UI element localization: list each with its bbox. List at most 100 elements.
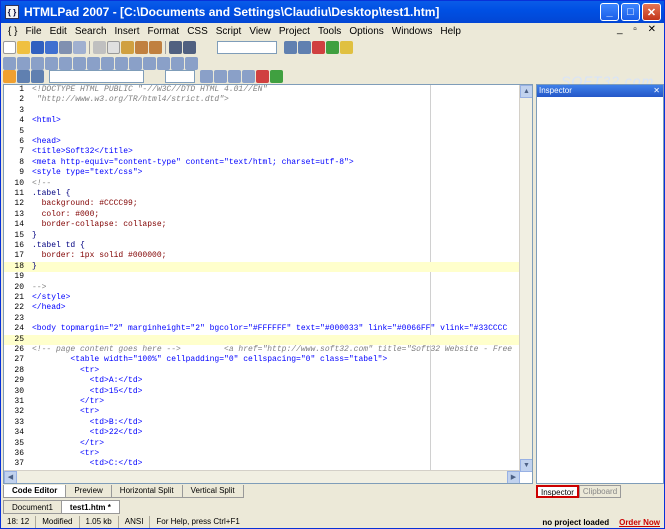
code-line[interactable]: 3 xyxy=(4,106,522,116)
validate-icon[interactable] xyxy=(326,41,339,54)
copy-icon[interactable] xyxy=(107,41,120,54)
code-line[interactable]: 8 <meta http-equiv="content-type" content… xyxy=(4,158,522,168)
code-line[interactable]: 5 xyxy=(4,127,522,137)
save-all-icon[interactable] xyxy=(45,41,58,54)
paste-icon[interactable] xyxy=(121,41,134,54)
code-line[interactable]: 11 .tabel { xyxy=(4,189,522,199)
code-line[interactable]: 33 <td>B:</td> xyxy=(4,418,522,428)
code-line[interactable]: 37 <td>C:</td> xyxy=(4,459,522,469)
app-icon[interactable]: { } xyxy=(5,5,19,19)
spell-icon[interactable] xyxy=(312,41,325,54)
align-right-icon[interactable] xyxy=(228,70,241,83)
close-button[interactable]: ✕ xyxy=(642,3,661,21)
close-icon[interactable]: ✕ xyxy=(653,85,660,97)
outdent-icon[interactable] xyxy=(183,41,196,54)
code-line[interactable]: 12 background: #CCCC99; xyxy=(4,199,522,209)
code-line[interactable]: 22 </head> xyxy=(4,303,522,313)
size-combo[interactable] xyxy=(165,70,195,83)
code-line[interactable]: 30 <td>15</td> xyxy=(4,387,522,397)
code-line[interactable]: 32 <tr> xyxy=(4,407,522,417)
code-line[interactable]: 18} xyxy=(4,261,522,273)
tab-horizontal-split[interactable]: Horizontal Split xyxy=(110,485,183,498)
align-center-icon[interactable] xyxy=(214,70,227,83)
order-now-link[interactable]: Order Now xyxy=(619,518,660,527)
style-combo[interactable] xyxy=(49,70,144,83)
menu-css[interactable]: CSS xyxy=(183,26,212,37)
open-icon[interactable] xyxy=(17,41,30,54)
code-line[interactable]: 26 <!-- page content goes here --> <a hre… xyxy=(4,345,522,355)
code-line[interactable]: 1 <!DOCTYPE HTML PUBLIC "-//W3C//DTD HTML… xyxy=(4,85,522,95)
tab-test1[interactable]: test1.htm * xyxy=(60,500,120,514)
scroll-left-icon[interactable]: ◀ xyxy=(4,471,17,483)
code-line[interactable]: 31 </tr> xyxy=(4,397,522,407)
code-line[interactable]: 28 <tr> xyxy=(4,366,522,376)
snippet-icon[interactable] xyxy=(3,70,16,83)
menu-help[interactable]: Help xyxy=(436,26,465,37)
tab-preview[interactable]: Preview xyxy=(65,485,112,498)
menu-project[interactable]: Project xyxy=(275,26,314,37)
code-line[interactable]: 25 xyxy=(4,334,522,345)
minimize-button[interactable]: _ xyxy=(600,3,619,21)
menu-view[interactable]: View xyxy=(245,26,275,37)
font-color-icon[interactable] xyxy=(256,70,269,83)
code-line[interactable]: 21 </style> xyxy=(4,293,522,303)
brace-icon[interactable] xyxy=(17,70,30,83)
code-line[interactable]: 16 .tabel td { xyxy=(4,241,522,251)
menu-insert[interactable]: Insert xyxy=(111,26,144,37)
code-line[interactable]: 35 </tr> xyxy=(4,439,522,449)
code-line[interactable]: 29 <td>A:</td> xyxy=(4,376,522,386)
code-line[interactable]: 20 --> xyxy=(4,283,522,293)
menu-tools[interactable]: Tools xyxy=(314,26,345,37)
save-icon[interactable] xyxy=(31,41,44,54)
menu-format[interactable]: Format xyxy=(144,26,184,37)
redo-icon[interactable] xyxy=(149,41,162,54)
cut-icon[interactable] xyxy=(93,41,106,54)
print-icon[interactable] xyxy=(59,41,72,54)
tab-code-editor[interactable]: Code Editor xyxy=(3,485,67,498)
scroll-down-icon[interactable]: ▼ xyxy=(520,459,532,472)
preview-icon[interactable] xyxy=(73,41,86,54)
code-line[interactable]: 24 <body topmargin="2" marginheight="2" b… xyxy=(4,324,522,334)
undo-icon[interactable] xyxy=(135,41,148,54)
code-line[interactable]: 15} xyxy=(4,231,522,241)
bookmark-icon[interactable] xyxy=(340,41,353,54)
code-line[interactable]: 19 xyxy=(4,272,522,282)
menu-file[interactable]: File xyxy=(21,26,45,37)
replace-icon[interactable] xyxy=(298,41,311,54)
tab-document1[interactable]: Document1 xyxy=(3,500,62,514)
code-line[interactable]: 6 <head> xyxy=(4,137,522,147)
menu-windows[interactable]: Windows xyxy=(388,26,437,37)
code-line[interactable]: 17 border: 1px solid #000000; xyxy=(4,251,522,261)
code-line[interactable]: 13 color: #000; xyxy=(4,210,522,220)
highlight-icon[interactable] xyxy=(270,70,283,83)
tag-icon[interactable] xyxy=(31,70,44,83)
menu-options[interactable]: Options xyxy=(345,26,387,37)
font-combo[interactable] xyxy=(217,41,277,54)
code-line[interactable]: 34 <td>22</td> xyxy=(4,428,522,438)
code-line[interactable]: 2 "http://www.w3.org/TR/html4/strict.dtd… xyxy=(4,95,522,105)
code-line[interactable]: 23 xyxy=(4,314,522,324)
code-line[interactable]: 14 border-collapse: collapse; xyxy=(4,220,522,230)
code-line[interactable]: 27 <table width="100%" cellpadding="0" c… xyxy=(4,355,522,365)
menu-script[interactable]: Script xyxy=(212,26,246,37)
tab-clipboard[interactable]: Clipboard xyxy=(578,485,622,498)
indent-icon[interactable] xyxy=(169,41,182,54)
maximize-button[interactable]: □ xyxy=(621,3,640,21)
code-line[interactable]: 7 <title>Soft32</title> xyxy=(4,147,522,157)
code-line[interactable]: 36 <tr> xyxy=(4,449,522,459)
find-icon[interactable] xyxy=(284,41,297,54)
menu-edit[interactable]: Edit xyxy=(46,26,71,37)
scroll-right-icon[interactable]: ▶ xyxy=(507,471,520,483)
justify-icon[interactable] xyxy=(242,70,255,83)
align-left-icon[interactable] xyxy=(200,70,213,83)
menu-search[interactable]: Search xyxy=(71,26,111,37)
code-line[interactable]: 10 <!-- xyxy=(4,179,522,189)
mdi-controls[interactable]: _ ▫ ✕ xyxy=(617,24,660,35)
vertical-scrollbar[interactable]: ▲ ▼ xyxy=(519,85,532,472)
code-editor[interactable]: 1 <!DOCTYPE HTML PUBLIC "-//W3C//DTD HTML… xyxy=(3,84,533,484)
tab-vertical-split[interactable]: Vertical Split xyxy=(181,485,244,498)
scroll-up-icon[interactable]: ▲ xyxy=(520,85,532,98)
code-line[interactable]: 4 <html> xyxy=(4,116,522,126)
tab-inspector[interactable]: Inspector xyxy=(536,485,579,498)
horizontal-scrollbar[interactable]: ◀ ▶ xyxy=(4,470,520,483)
